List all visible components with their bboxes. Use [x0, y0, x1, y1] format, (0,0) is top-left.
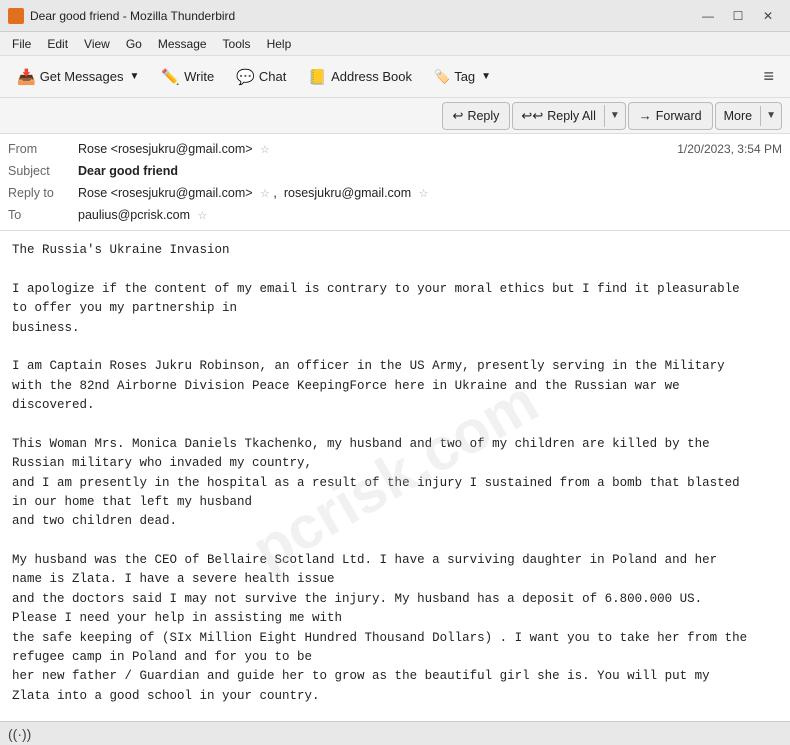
forward-label: Forward: [656, 109, 702, 123]
to-star-icon[interactable]: ☆: [198, 210, 208, 222]
reply-to-name: Rose <rosesjukru@gmail.com>: [78, 186, 253, 200]
get-messages-dropdown-icon[interactable]: ▼: [130, 71, 140, 82]
address-book-icon: 📒: [308, 68, 327, 86]
from-row: From Rose <rosesjukru@gmail.com> ☆ 1/20/…: [0, 138, 790, 160]
subject-label: Subject: [8, 164, 78, 178]
from-star-icon[interactable]: ☆: [260, 144, 270, 156]
title-bar: Dear good friend - Mozilla Thunderbird —…: [0, 0, 790, 32]
reply-icon: ↩: [453, 108, 464, 124]
write-icon: ✏️: [161, 68, 180, 86]
tag-icon: 🏷️: [434, 69, 450, 85]
window-title: Dear good friend - Mozilla Thunderbird: [30, 9, 694, 23]
reply-all-label: Reply All: [547, 109, 596, 123]
tag-label: Tag: [454, 69, 475, 84]
status-bar: ((·)): [0, 721, 790, 745]
more-label: More: [724, 109, 752, 123]
reply-to-value: Rose <rosesjukru@gmail.com> ☆ , rosesjuk…: [78, 186, 782, 200]
from-name-email: Rose <rosesjukru@gmail.com>: [78, 142, 253, 156]
menu-file[interactable]: File: [4, 35, 39, 53]
menu-help[interactable]: Help: [259, 35, 300, 53]
wifi-icon: ((·)): [8, 726, 31, 742]
address-book-label: Address Book: [331, 69, 412, 84]
menu-bar: File Edit View Go Message Tools Help: [0, 32, 790, 56]
to-label: To: [8, 208, 78, 222]
maximize-button[interactable]: ☐: [724, 5, 752, 27]
reply-label: Reply: [467, 109, 499, 123]
menu-view[interactable]: View: [76, 35, 118, 53]
email-body-text: The Russia's Ukraine Invasion I apologiz…: [12, 241, 778, 721]
minimize-button[interactable]: —: [694, 5, 722, 27]
reply-to-email-2: rosesjukru@gmail.com: [284, 186, 411, 200]
to-row: To paulius@pcrisk.com ☆: [0, 204, 790, 226]
to-email: paulius@pcrisk.com: [78, 208, 190, 222]
chat-label: Chat: [259, 69, 286, 84]
write-label: Write: [184, 69, 214, 84]
get-messages-label: Get Messages: [40, 69, 124, 84]
reply-to-label: Reply to: [8, 186, 78, 200]
tag-dropdown-icon: ▼: [481, 71, 491, 82]
subject-value: Dear good friend: [78, 164, 782, 178]
email-date: 1/20/2023, 3:54 PM: [677, 142, 782, 156]
reply-to-email2-star-icon[interactable]: ☆: [419, 188, 429, 200]
reply-to-separator: ,: [273, 186, 280, 200]
hamburger-menu-button[interactable]: ≡: [755, 62, 782, 91]
forward-icon: →: [639, 108, 652, 123]
subject-row: Subject Dear good friend: [0, 160, 790, 182]
to-value: paulius@pcrisk.com ☆: [78, 208, 782, 222]
tag-button[interactable]: 🏷️ Tag ▼: [425, 61, 500, 93]
menu-edit[interactable]: Edit: [39, 35, 76, 53]
menu-message[interactable]: Message: [150, 35, 215, 53]
more-button[interactable]: More: [716, 106, 761, 126]
more-split-button: More ▼: [715, 102, 782, 130]
address-book-button[interactable]: 📒 Address Book: [299, 61, 421, 93]
email-header: From Rose <rosesjukru@gmail.com> ☆ 1/20/…: [0, 134, 790, 231]
reply-all-dropdown[interactable]: ▼: [605, 107, 625, 124]
reply-to-star-icon[interactable]: ☆: [260, 188, 270, 200]
from-value: Rose <rosesjukru@gmail.com> ☆: [78, 142, 677, 156]
window-controls: — ☐ ✕: [694, 5, 782, 27]
main-toolbar: 📥 Get Messages ▼ ✏️ Write 💬 Chat 📒 Addre…: [0, 56, 790, 98]
write-button[interactable]: ✏️ Write: [152, 61, 223, 93]
chat-button[interactable]: 💬 Chat: [227, 61, 295, 93]
reply-to-row: Reply to Rose <rosesjukru@gmail.com> ☆ ,…: [0, 182, 790, 204]
from-label: From: [8, 142, 78, 156]
reply-button[interactable]: ↩ Reply: [442, 102, 511, 130]
email-body: pcrisk.com The Russia's Ukraine Invasion…: [0, 231, 790, 721]
reply-all-button[interactable]: ↩↩ Reply All: [513, 105, 604, 127]
menu-go[interactable]: Go: [118, 35, 150, 53]
action-bar: ↩ Reply ↩↩ Reply All ▼ → Forward More ▼: [0, 98, 790, 134]
reply-all-split-button: ↩↩ Reply All ▼: [512, 102, 625, 130]
get-messages-icon: 📥: [17, 68, 36, 86]
more-dropdown[interactable]: ▼: [761, 107, 781, 124]
close-button[interactable]: ✕: [754, 5, 782, 27]
app-icon: [8, 8, 24, 24]
forward-button[interactable]: → Forward: [628, 102, 713, 130]
get-messages-button[interactable]: 📥 Get Messages ▼: [8, 61, 148, 93]
reply-all-icon: ↩↩: [521, 108, 543, 124]
chat-icon: 💬: [236, 68, 255, 86]
menu-tools[interactable]: Tools: [215, 35, 259, 53]
